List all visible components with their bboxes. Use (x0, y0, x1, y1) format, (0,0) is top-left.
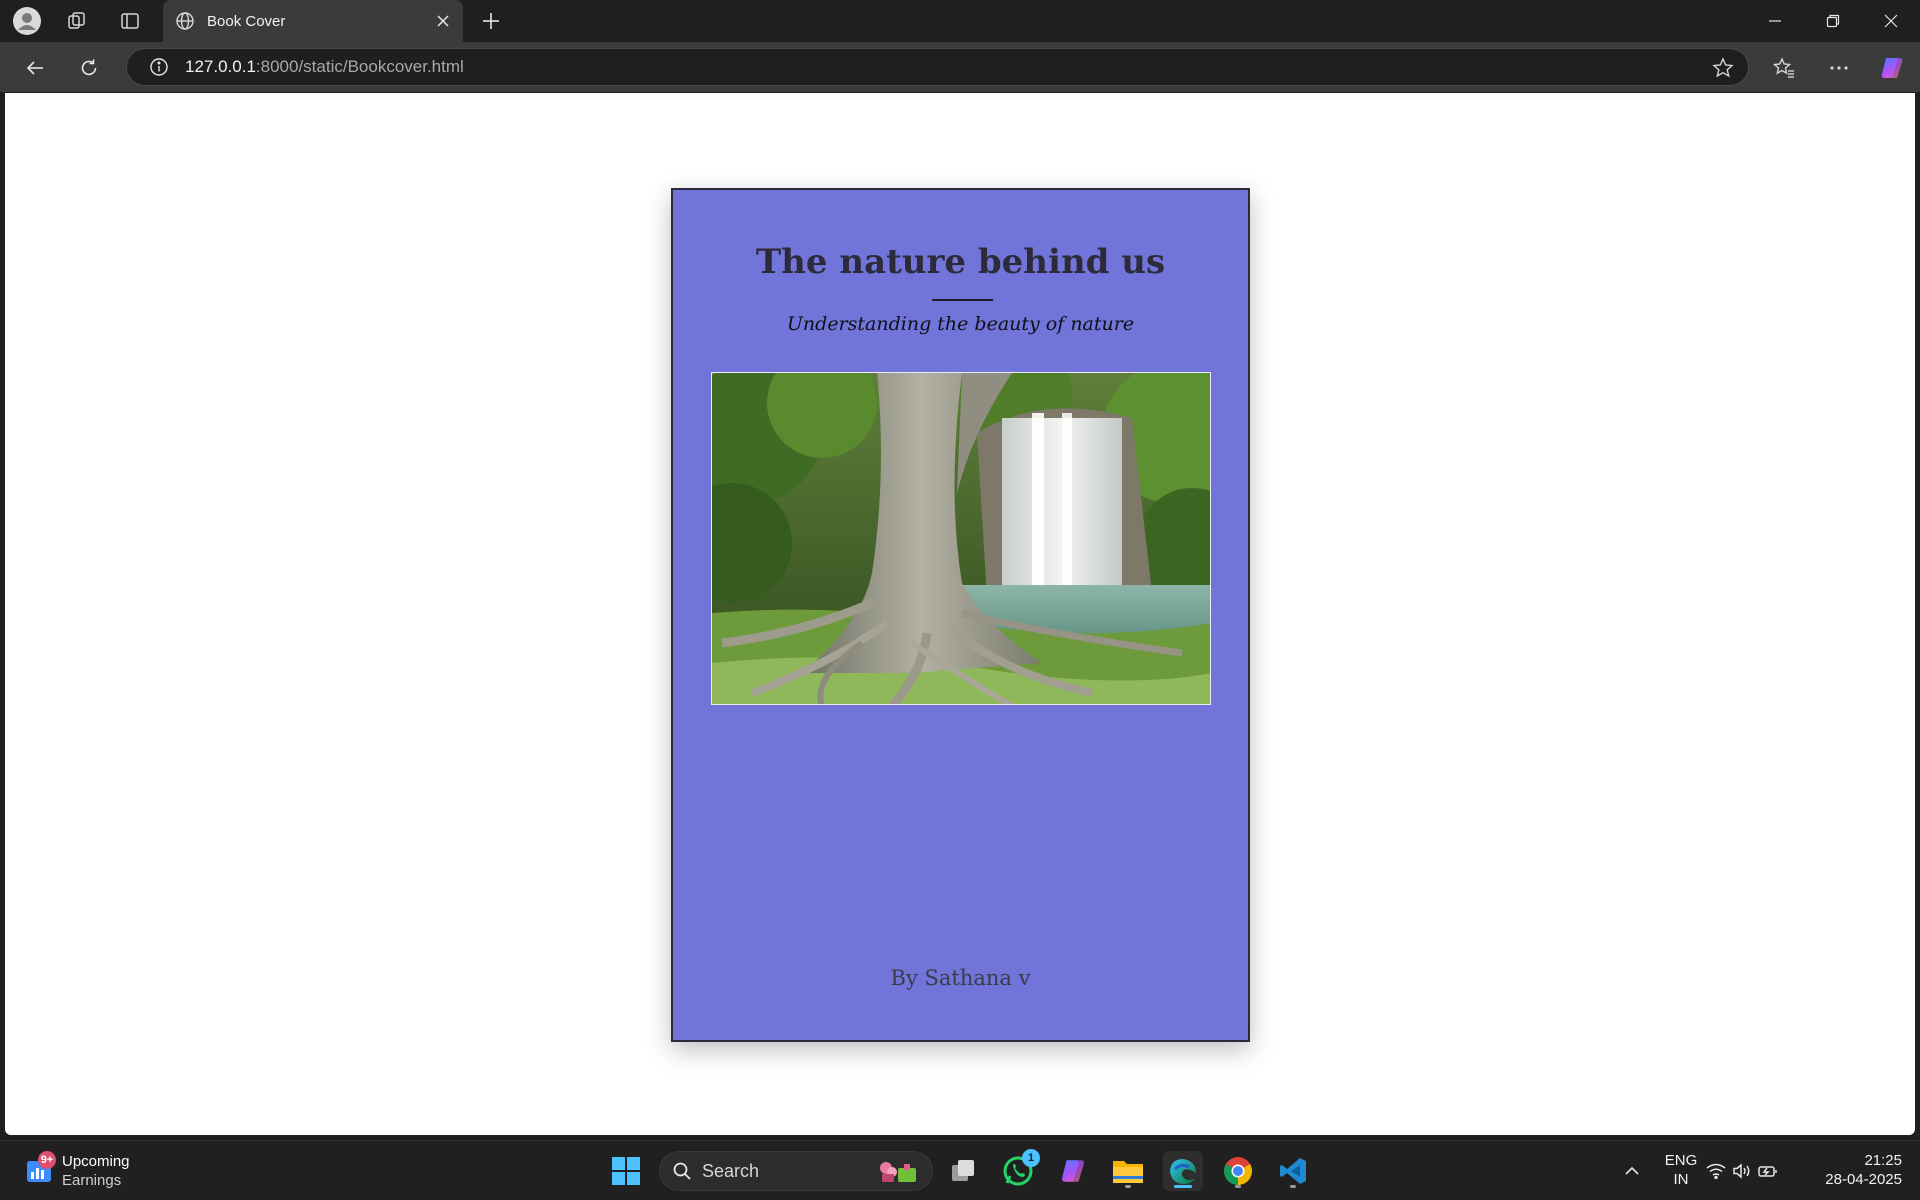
widgets-button[interactable]: 9+ Upcoming Earnings (26, 1149, 130, 1193)
language-indicator[interactable]: ENG IN (1657, 1151, 1705, 1189)
show-hidden-icons-chevron-icon[interactable] (1612, 1151, 1652, 1191)
language-line1: ENG (1664, 1152, 1698, 1169)
profile-avatar-icon[interactable] (12, 6, 42, 36)
restore-button[interactable] (1804, 0, 1862, 42)
minimize-button[interactable] (1746, 0, 1804, 42)
vscode-icon[interactable] (1273, 1151, 1313, 1191)
system-tray-status[interactable] (1706, 1151, 1778, 1191)
book-title: The nature behind us (755, 242, 1166, 282)
running-indicator (1235, 1185, 1241, 1188)
widget-text: Upcoming Earnings (62, 1152, 130, 1190)
back-button[interactable] (18, 51, 52, 85)
book-cover: The nature behind us Understanding the b… (671, 188, 1250, 1042)
tab-title: Book Cover (207, 12, 286, 30)
refresh-button[interactable] (72, 51, 106, 85)
page-viewport: The nature behind us Understanding the b… (5, 93, 1915, 1135)
start-button[interactable] (606, 1151, 646, 1191)
browser-toolbar: 127.0.0.1:8000/static/Bookcover.html (0, 42, 1920, 92)
running-indicator (1125, 1185, 1131, 1188)
stocks-widget-icon: 9+ (26, 1151, 56, 1184)
widget-title: Upcoming (62, 1153, 130, 1170)
tab-book-cover[interactable]: Book Cover (163, 0, 463, 42)
search-highlight-icon (876, 1158, 920, 1184)
wifi-icon (1706, 1163, 1726, 1179)
active-indicator (1174, 1185, 1192, 1188)
title-divider (932, 299, 993, 301)
copilot-app-icon[interactable] (1053, 1151, 1093, 1191)
windows-taskbar: 9+ Upcoming Earnings Search 1 ENG IN 21:… (0, 1140, 1920, 1200)
taskbar-search[interactable]: Search (659, 1151, 933, 1191)
widget-badge: 9+ (38, 1151, 56, 1169)
workspaces-icon[interactable] (62, 6, 92, 36)
tab-close-icon[interactable] (429, 7, 457, 35)
edge-browser-icon[interactable] (1163, 1151, 1203, 1191)
book-author: By Sathana v (890, 966, 1031, 990)
more-options-icon[interactable] (1822, 51, 1856, 85)
new-tab-button[interactable] (476, 6, 506, 36)
favorites-icon[interactable] (1767, 51, 1801, 85)
cover-image (711, 372, 1211, 705)
close-window-button[interactable] (1862, 0, 1920, 42)
battery-charging-icon (1758, 1163, 1778, 1179)
running-indicator (1290, 1185, 1296, 1188)
clock[interactable]: 21:25 28-04-2025 (1812, 1151, 1902, 1189)
language-line2: IN (1673, 1171, 1689, 1188)
url-host: 127.0.0.1 (185, 57, 256, 76)
search-icon (672, 1161, 692, 1181)
task-view-icon[interactable] (943, 1151, 983, 1191)
url-path: :8000/static/Bookcover.html (255, 57, 464, 76)
book-subtitle: Understanding the beauty of nature (786, 313, 1135, 335)
address-bar[interactable]: 127.0.0.1:8000/static/Bookcover.html (126, 48, 1749, 86)
browser-title-bar: Book Cover (0, 0, 1920, 42)
vertical-tabs-icon[interactable] (115, 6, 145, 36)
chrome-icon[interactable] (1218, 1151, 1258, 1191)
url-text[interactable]: 127.0.0.1:8000/static/Bookcover.html (185, 57, 464, 77)
copilot-icon[interactable] (1875, 51, 1909, 85)
file-explorer-icon[interactable] (1108, 1151, 1148, 1191)
globe-icon (175, 11, 195, 31)
volume-icon (1732, 1163, 1752, 1179)
widget-subtitle: Earnings (62, 1172, 122, 1189)
clock-date: 28-04-2025 (1825, 1171, 1902, 1188)
clock-time: 21:25 (1864, 1152, 1902, 1169)
favorite-star-icon[interactable] (1710, 55, 1736, 81)
site-info-icon[interactable] (141, 57, 177, 77)
search-label: Search (702, 1160, 760, 1181)
whatsapp-badge: 1 (1022, 1149, 1040, 1167)
whatsapp-icon[interactable]: 1 (998, 1149, 1040, 1191)
